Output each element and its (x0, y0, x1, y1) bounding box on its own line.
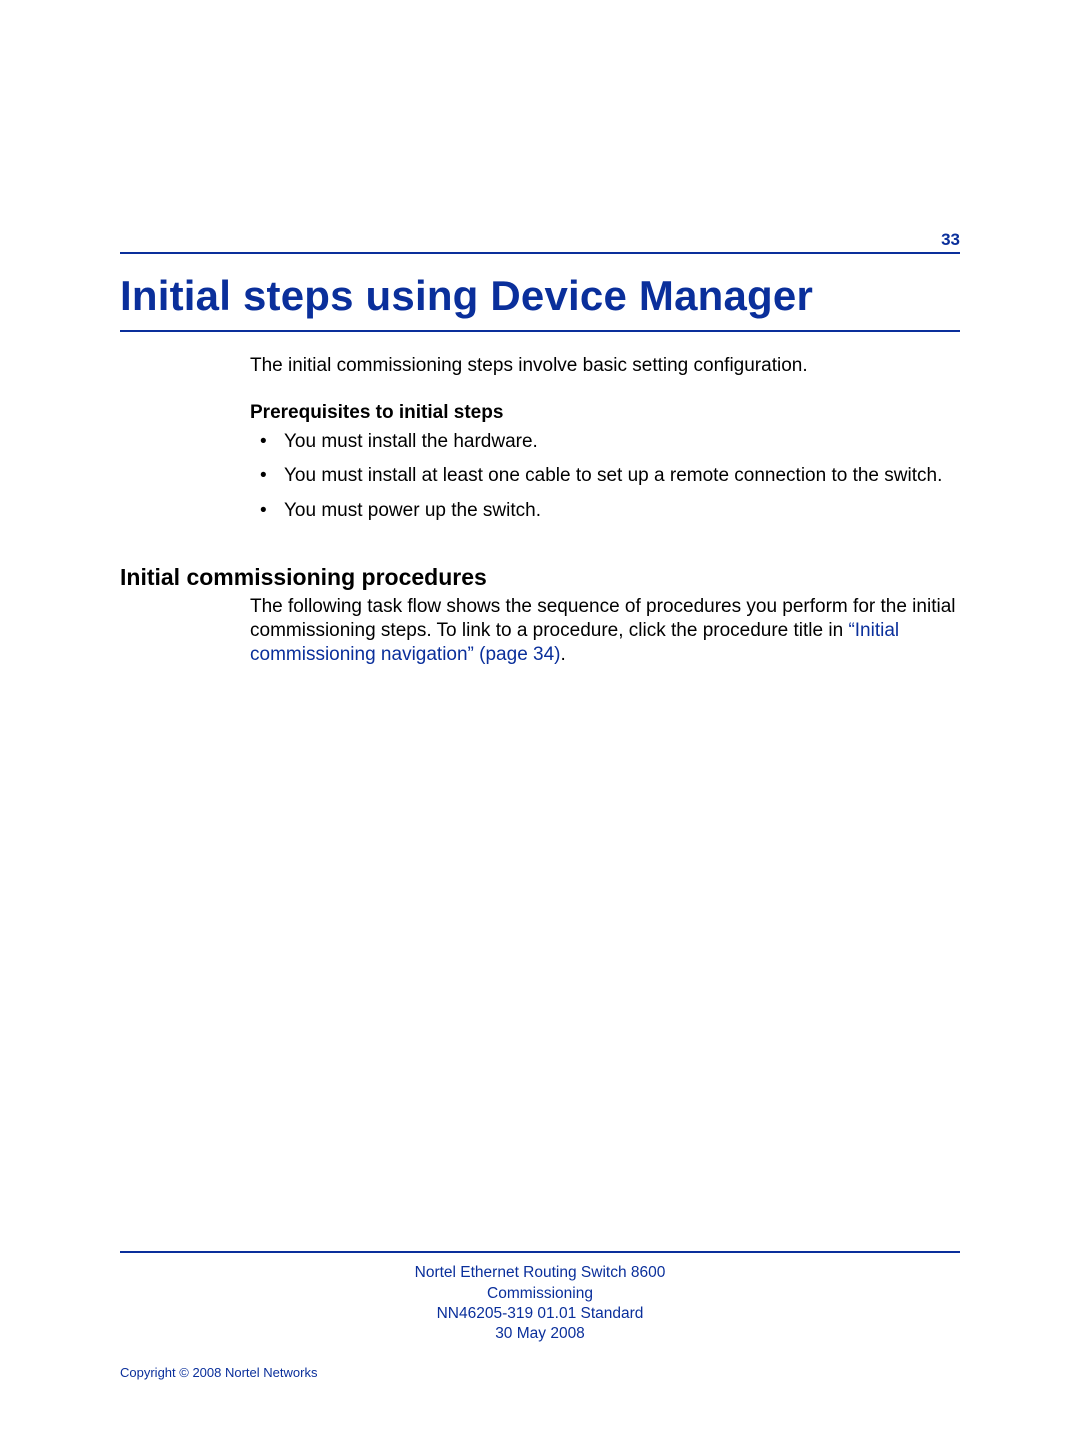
list-item: You must power up the switch. (278, 499, 960, 524)
footer-copyright: Copyright © 2008 Nortel Networks (120, 1365, 317, 1380)
chapter-title: Initial steps using Device Manager (120, 272, 960, 320)
list-item: You must install the hardware. (278, 430, 960, 455)
page-footer: Nortel Ethernet Routing Switch 8600 Comm… (120, 1251, 960, 1344)
page-number: 33 (941, 230, 960, 250)
footer-line-doc: Commissioning (120, 1284, 960, 1304)
procedure-paragraph: The following task flow shows the sequen… (250, 595, 960, 668)
prerequisites-list: You must install the hardware. You must … (250, 430, 960, 524)
list-item: You must install at least one cable to s… (278, 464, 960, 489)
prerequisites-heading: Prerequisites to initial steps (250, 402, 960, 424)
procedure-text-post: . (561, 644, 566, 665)
footer-rule (120, 1251, 960, 1253)
footer-line-number: NN46205-319 01.01 Standard (120, 1304, 960, 1324)
section-heading: Initial commissioning procedures (120, 564, 960, 591)
intro-paragraph: The initial commissioning steps involve … (250, 354, 960, 378)
top-rule (120, 252, 960, 254)
footer-line-date: 30 May 2008 (120, 1324, 960, 1344)
title-underline-rule (120, 330, 960, 332)
footer-line-product: Nortel Ethernet Routing Switch 8600 (120, 1263, 960, 1283)
